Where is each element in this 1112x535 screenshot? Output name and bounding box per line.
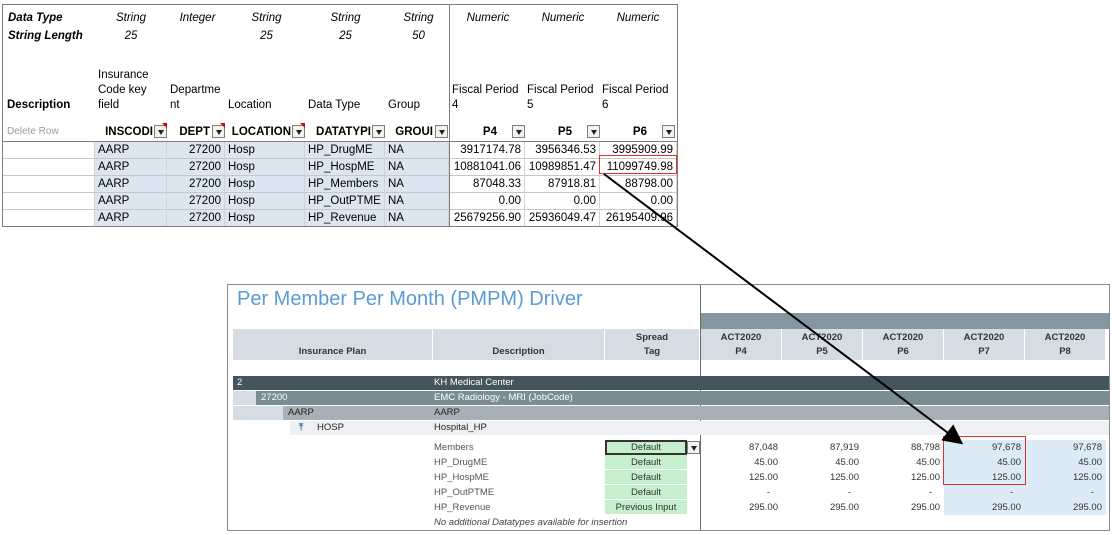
arrow-connector: [603, 173, 964, 445]
